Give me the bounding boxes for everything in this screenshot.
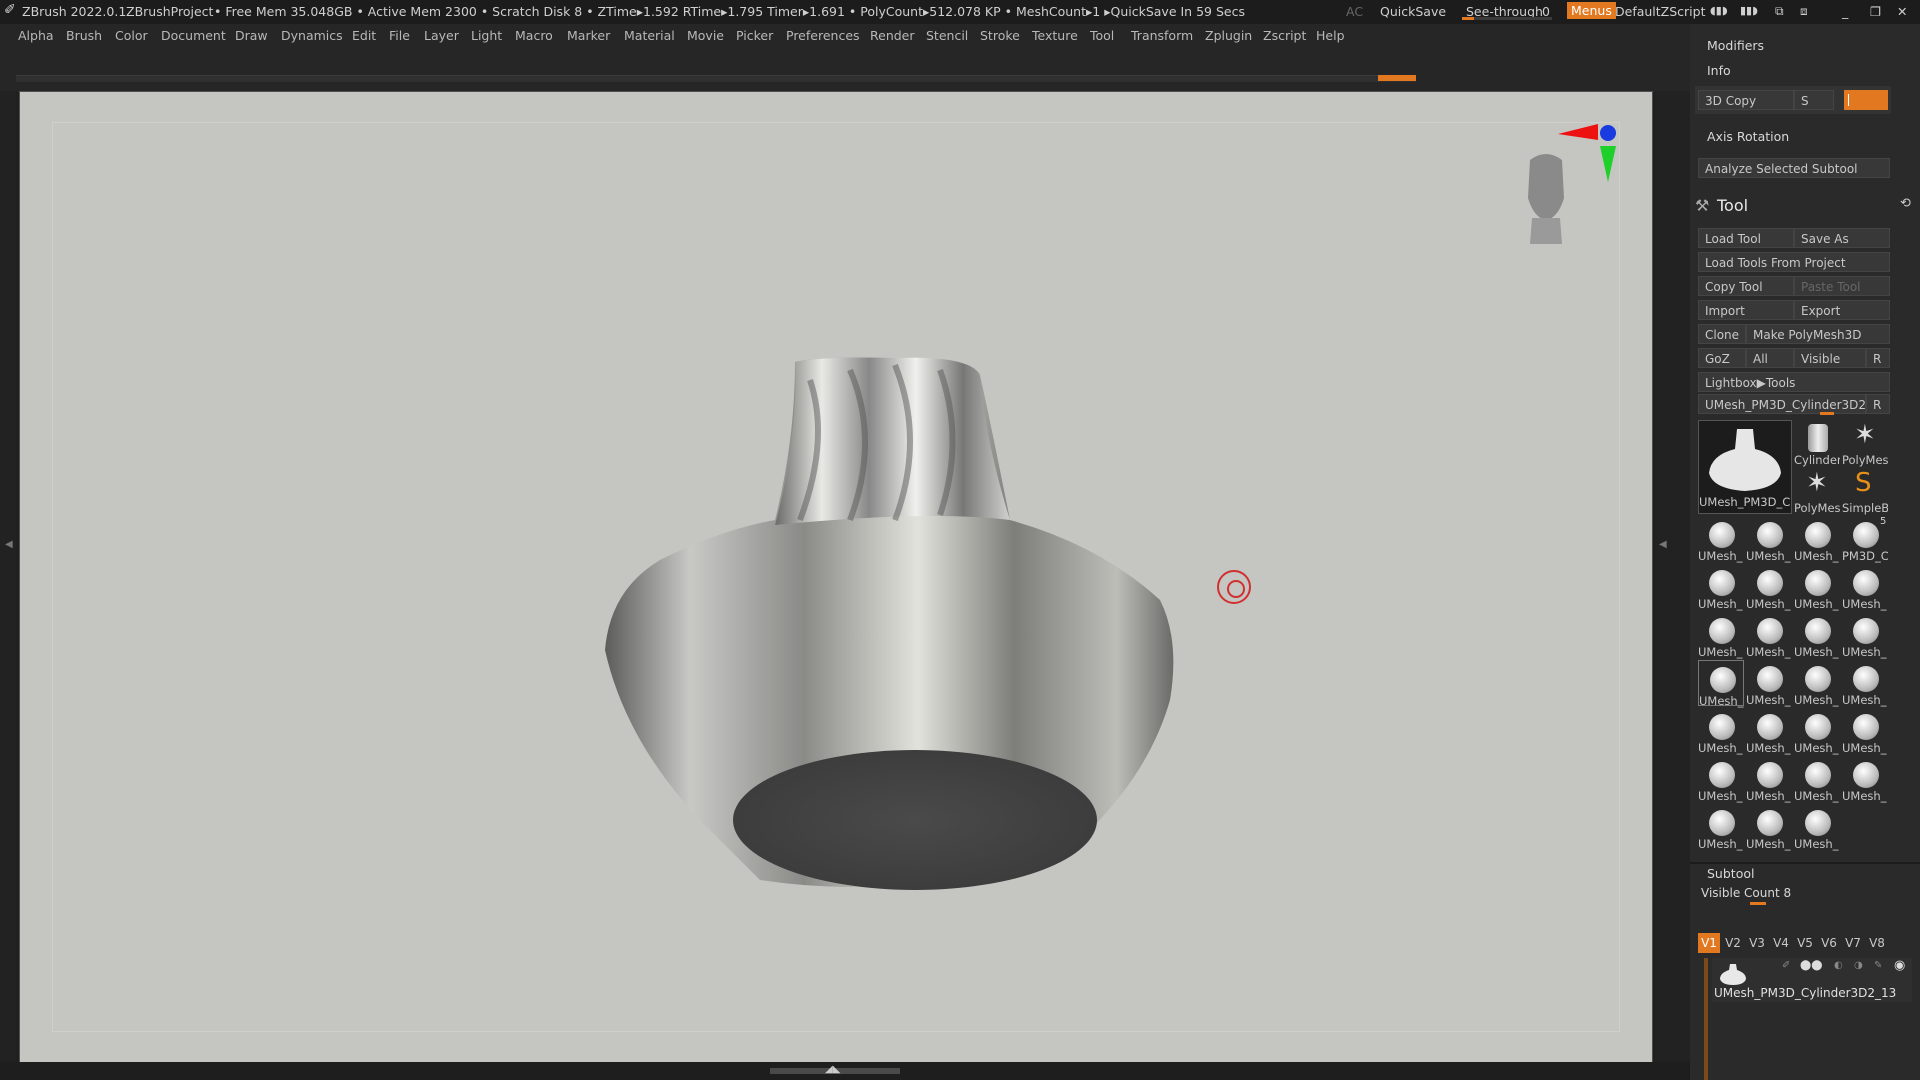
star-icon: ✶ xyxy=(1854,420,1876,450)
subtool-tab-v1[interactable]: V1 xyxy=(1698,933,1720,953)
subtool-brush-icon[interactable]: ✐ xyxy=(1782,960,1790,971)
main-thumb-label: UMesh_PM3D_C xyxy=(1699,495,1791,509)
thumb-umesh[interactable]: UMesh_ xyxy=(1746,612,1792,659)
subtool-tab-v4[interactable]: V4 xyxy=(1770,933,1792,953)
tool-title: Tool xyxy=(1717,196,1749,215)
thumb-umesh[interactable]: UMesh_ xyxy=(1698,564,1744,611)
thumb-umesh[interactable]: UMesh_ xyxy=(1794,804,1840,851)
thumb-umesh[interactable]: UMesh_ xyxy=(1746,660,1792,707)
subtool-header[interactable]: Subtool xyxy=(1707,866,1754,881)
thumb-umesh[interactable]: UMesh_ xyxy=(1698,804,1744,851)
thumb-umesh[interactable]: UMesh_ xyxy=(1698,756,1744,803)
brush-cursor-icon xyxy=(1217,570,1251,604)
hammer-icon: ⚒ xyxy=(1695,196,1710,215)
goz-r-button[interactable]: R xyxy=(1866,348,1890,368)
load-tool-button[interactable]: Load Tool xyxy=(1698,228,1794,248)
export-button[interactable]: Export xyxy=(1794,300,1890,320)
subtool-tab-v6[interactable]: V6 xyxy=(1818,933,1840,953)
subtool-mode-icon[interactable]: ◐ xyxy=(1834,960,1843,971)
subtool-dynamic-icon[interactable]: ◑ xyxy=(1854,960,1863,971)
right-palette: Modifiers Info 3D Copy S Axis Rotation A… xyxy=(1690,24,1920,1080)
main-tool-thumbnail[interactable]: UMesh_PM3D_C xyxy=(1698,420,1792,514)
thumb-umesh[interactable]: UMesh_ xyxy=(1746,708,1792,755)
thumb-polymesh-2[interactable]: ✶ PolyMes xyxy=(1794,468,1840,515)
thumb-simplebrush[interactable]: S SimpleB xyxy=(1842,468,1888,515)
subtool-scrollbar[interactable] xyxy=(1704,958,1708,1080)
eye-icon[interactable]: ◉ xyxy=(1894,958,1905,973)
goz-button[interactable]: GoZ xyxy=(1698,348,1746,368)
tool-header[interactable]: ⚒ Tool ⟲ xyxy=(1695,194,1915,222)
thumb-umesh-2[interactable]: UMesh_ xyxy=(1746,516,1792,563)
thumb-umesh[interactable]: UMesh_ xyxy=(1746,804,1792,851)
copy-3d-slider[interactable] xyxy=(1844,90,1888,110)
thumb-umesh[interactable]: UMesh_ xyxy=(1794,660,1840,707)
thumb-cylinder[interactable]: Cylinder xyxy=(1794,420,1840,467)
tray-toggle-icon[interactable]: ◢◣ xyxy=(825,1064,840,1075)
make-polymesh-button[interactable]: Make PolyMesh3D xyxy=(1746,324,1890,344)
analyze-subtool-button[interactable]: Analyze Selected Subtool xyxy=(1698,158,1890,178)
viewport-render xyxy=(605,357,1174,890)
subtool-tab-v5[interactable]: V5 xyxy=(1794,933,1816,953)
copy-tool-button[interactable]: Copy Tool xyxy=(1698,276,1794,296)
visible-count-slider[interactable]: Visible Count 8 xyxy=(1701,886,1791,900)
paste-tool-button[interactable]: Paste Tool xyxy=(1794,276,1890,296)
s-button[interactable]: S xyxy=(1794,90,1834,110)
refresh-icon[interactable]: ⟲ xyxy=(1900,196,1911,211)
subtool-item[interactable]: ✐ ⬤⬤ ◐ ◑ ✎ ◉ UMesh_PM3D_Cylinder3D2_13 xyxy=(1712,958,1912,1002)
thumb-pm3d[interactable]: 5 PM3D_C xyxy=(1842,516,1888,563)
subtool-tab-v8[interactable]: V8 xyxy=(1866,933,1888,953)
axis-rotation-header[interactable]: Axis Rotation xyxy=(1707,129,1789,144)
thumb-umesh-3[interactable]: UMesh_ xyxy=(1794,516,1840,563)
vase-base xyxy=(733,750,1097,890)
visible-count-fill xyxy=(1750,902,1766,905)
current-tool-slider[interactable]: UMesh_PM3D_Cylinder3D2_1 xyxy=(1698,394,1866,414)
simple-brush-icon: S xyxy=(1855,468,1872,498)
cylinder-icon xyxy=(1808,424,1828,452)
goz-all-button[interactable]: All xyxy=(1746,348,1794,368)
thumb-umesh[interactable]: UMesh_ xyxy=(1794,612,1840,659)
thumb-umesh[interactable]: UMesh_ xyxy=(1842,564,1888,611)
thumb-umesh[interactable]: UMesh_ xyxy=(1698,708,1744,755)
thumb-umesh[interactable]: UMesh_ xyxy=(1842,612,1888,659)
copy-3d-button[interactable]: 3D Copy xyxy=(1698,90,1794,110)
save-as-button[interactable]: Save As xyxy=(1794,228,1890,248)
import-button[interactable]: Import xyxy=(1698,300,1794,320)
subtool-tab-v3[interactable]: V3 xyxy=(1746,933,1768,953)
thumb-umesh[interactable]: UMesh_ xyxy=(1746,756,1792,803)
subtool-toggle-icon[interactable]: ⬤⬤ xyxy=(1800,960,1822,971)
subtool-tab-v2[interactable]: V2 xyxy=(1722,933,1744,953)
axis-gizmo-icon[interactable] xyxy=(1558,120,1618,190)
goz-visible-button[interactable]: Visible xyxy=(1794,348,1866,368)
clone-button[interactable]: Clone xyxy=(1698,324,1746,344)
thumb-polymesh-1[interactable]: ✶ PolyMes xyxy=(1842,420,1888,467)
thumb-umesh[interactable]: UMesh_ xyxy=(1842,756,1888,803)
thumb-umesh[interactable]: UMesh_ xyxy=(1794,564,1840,611)
divider xyxy=(1690,862,1920,864)
modifiers-header[interactable]: Modifiers xyxy=(1707,38,1764,53)
info-header[interactable]: Info xyxy=(1707,63,1731,78)
star-icon: ✶ xyxy=(1806,468,1828,498)
subtool-edit-icon[interactable]: ✎ xyxy=(1874,960,1882,971)
thumb-umesh-selected[interactable]: UMesh_ xyxy=(1698,660,1744,708)
subtool-tab-v7[interactable]: V7 xyxy=(1842,933,1864,953)
thumb-umesh-1[interactable]: UMesh_ xyxy=(1698,516,1744,563)
thumb-badge: 5 xyxy=(1880,516,1887,527)
thumb-umesh[interactable]: UMesh_ xyxy=(1698,612,1744,659)
subtool-name: UMesh_PM3D_Cylinder3D2_13 xyxy=(1714,986,1897,1000)
thumb-umesh[interactable]: UMesh_ xyxy=(1794,708,1840,755)
thumb-umesh[interactable]: UMesh_ xyxy=(1746,564,1792,611)
subtool-thumb xyxy=(1718,962,1748,986)
bottom-tray: ◢◣ xyxy=(0,1062,1690,1080)
thumb-umesh[interactable]: UMesh_ xyxy=(1794,756,1840,803)
load-tools-from-project-button[interactable]: Load Tools From Project xyxy=(1698,252,1890,272)
thumb-umesh[interactable]: UMesh_ xyxy=(1842,660,1888,707)
lightbox-tools-button[interactable]: Lightbox▶Tools xyxy=(1698,372,1890,392)
tool-r-button[interactable]: R xyxy=(1866,394,1890,414)
thumb-umesh[interactable]: UMesh_ xyxy=(1842,708,1888,755)
current-tool-slider-fill xyxy=(1820,412,1834,415)
